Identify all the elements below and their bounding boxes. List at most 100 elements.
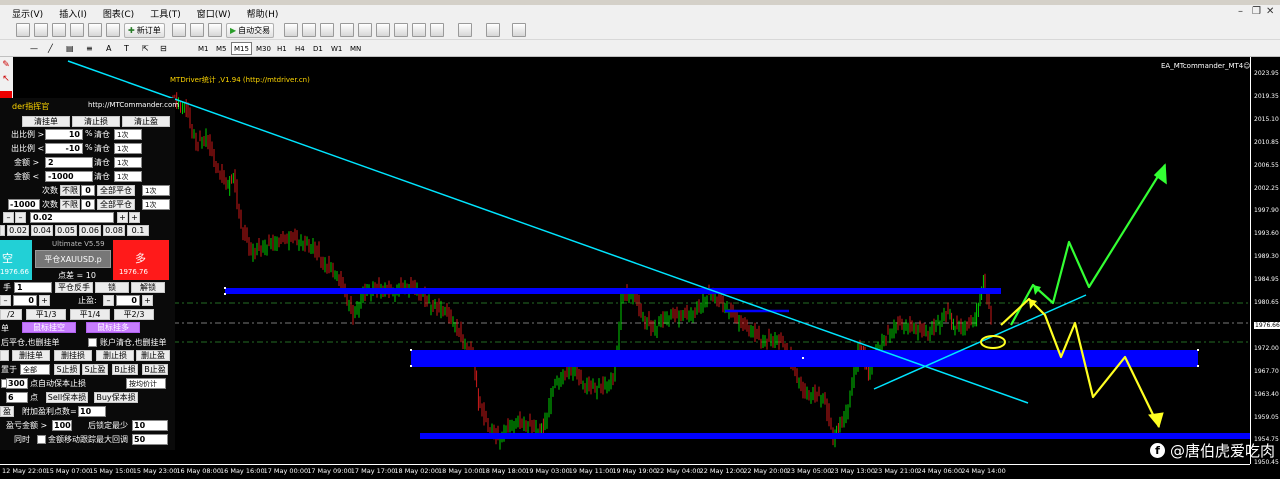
market-watch-icon[interactable] [52, 23, 66, 37]
del-pending-button[interactable]: 删挂单 [12, 350, 50, 361]
add-points-input[interactable]: 10 [78, 406, 106, 417]
price-axis[interactable]: 2023.95 2019.35 2015.10 2010.85 2006.55 2002.… [1250, 57, 1280, 466]
once-select-b[interactable]: 1次 [114, 143, 142, 154]
bar-chart-icon[interactable] [284, 23, 298, 37]
panel-url[interactable]: http://MTCommander.com [88, 101, 179, 109]
unlimited-button-a[interactable]: 不限 [60, 185, 80, 196]
tf-mn[interactable]: MN [347, 42, 364, 55]
times-input-b[interactable]: 0 [81, 199, 95, 210]
zoom-out-icon[interactable] [358, 23, 372, 37]
buy-button[interactable]: 多 1976.76 [113, 240, 169, 280]
neg-amount-input[interactable]: -1000 [8, 199, 40, 210]
tf-d1[interactable]: D1 [310, 42, 326, 55]
meta-editor-icon[interactable] [172, 23, 186, 37]
profiles-icon[interactable] [34, 23, 48, 37]
menu-view[interactable]: 显示(V) [12, 7, 43, 20]
options-icon[interactable] [190, 23, 204, 37]
clear-pending-button[interactable]: 清挂单 [22, 116, 70, 127]
ratio-input-a[interactable]: 10 [45, 129, 83, 140]
once-select-f[interactable]: 1次 [142, 199, 170, 210]
clear-tp-button[interactable]: 清止盈 [122, 116, 170, 127]
tf-w1[interactable]: W1 [328, 42, 345, 55]
s-sl-button[interactable]: S止损 [54, 364, 80, 375]
label-tool-icon[interactable]: T [124, 41, 129, 56]
trail-select[interactable]: 按均价计 [126, 378, 166, 389]
menu-help[interactable]: 帮助(H) [247, 7, 279, 20]
indicators-icon[interactable] [430, 23, 444, 37]
once-select-d[interactable]: 1次 [114, 171, 142, 182]
track-input[interactable]: 50 [132, 434, 168, 445]
arrow-tool-icon[interactable]: ⇱ [142, 41, 149, 56]
tf-m15[interactable]: M15 [231, 42, 252, 55]
stop-plus-button[interactable]: + [142, 295, 153, 306]
unlimited-button-b[interactable]: 不限 [60, 199, 80, 210]
profit-amount-input[interactable]: 100 [52, 420, 72, 431]
b-tp-button[interactable]: B止盈 [142, 364, 168, 375]
s-tp-button[interactable]: S止盈 [82, 364, 108, 375]
close-quarter-button[interactable]: 平1/4 [70, 309, 110, 320]
once-select-e[interactable]: 1次 [142, 185, 170, 196]
shapes-icon[interactable]: ⊟ [160, 41, 167, 56]
chart-shift-icon[interactable] [412, 23, 426, 37]
stop-minus-button[interactable]: – [103, 295, 114, 306]
del-pending-sl-button[interactable]: 删挂损 [54, 350, 92, 361]
arrow-icon[interactable]: ↖ [0, 73, 12, 85]
close-icon[interactable]: ✕ [1266, 6, 1274, 17]
close-plus-button[interactable]: + [39, 295, 50, 306]
close-all-button-b[interactable]: 全部平仓 [97, 199, 135, 210]
quick-lot-left[interactable] [0, 225, 5, 236]
close-third-button[interactable]: 平1/3 [26, 309, 66, 320]
close-half-button[interactable]: /2 [0, 309, 22, 320]
text-tool-icon[interactable]: A [106, 41, 111, 56]
terminal-icon[interactable] [106, 23, 120, 37]
mouse-sell-button[interactable]: 鼠标挂空 [22, 322, 76, 333]
lot-input[interactable]: 0.02 [30, 212, 114, 223]
all-select[interactable]: 全部 [20, 364, 50, 375]
close-two-thirds-button[interactable]: 平2/3 [114, 309, 154, 320]
history-icon[interactable] [208, 23, 222, 37]
quick-lot-4[interactable]: 0.08 [103, 225, 125, 236]
new-order-button[interactable]: ✚ 新订单 [124, 23, 165, 38]
close-amount-input[interactable]: 0 [13, 295, 37, 306]
after-lock-input[interactable]: 10 [132, 420, 168, 431]
b-sl-button[interactable]: B止损 [112, 364, 138, 375]
navigator-icon[interactable] [88, 23, 102, 37]
tile-windows-icon[interactable] [376, 23, 390, 37]
amount-input-a[interactable]: 2 [45, 157, 93, 168]
tf-h1[interactable]: H1 [274, 42, 290, 55]
lot-plus2-button[interactable]: + [129, 212, 140, 223]
mouse-buy-button[interactable]: 鼠标挂多 [86, 322, 140, 333]
quick-lot-1[interactable]: 0.04 [31, 225, 53, 236]
horizontal-line-icon[interactable]: — [30, 41, 38, 56]
quick-lot-5[interactable]: 0.1 [127, 225, 149, 236]
close-minus-button[interactable]: – [0, 295, 11, 306]
menu-charts[interactable]: 图表(C) [103, 7, 134, 20]
point-input[interactable]: 6 [6, 392, 28, 403]
quick-lot-2[interactable]: 0.05 [55, 225, 77, 236]
menu-insert[interactable]: 插入(I) [59, 7, 87, 20]
tf-m5[interactable]: M5 [213, 42, 230, 55]
menu-window[interactable]: 窗口(W) [197, 7, 231, 20]
quick-lot-3[interactable]: 0.06 [79, 225, 101, 236]
del-tp-button[interactable]: 删止盈 [136, 350, 170, 361]
track-checkbox[interactable] [37, 435, 46, 444]
lot-minus-button[interactable]: – [3, 212, 14, 223]
clear-sl-button[interactable]: 清止损 [72, 116, 120, 127]
restore-icon[interactable]: ❐ [1252, 6, 1261, 17]
once-select-c[interactable]: 1次 [114, 157, 142, 168]
candlestick-icon[interactable] [302, 23, 316, 37]
sell-button[interactable]: 空 1976.66 [0, 240, 32, 280]
auto-trading-button[interactable]: ▶ 自动交易 [226, 23, 275, 38]
price-chart[interactable]: MTDriver统计 ,V1.94 (http://mtdriver.cn) E… [13, 57, 1251, 464]
del-sl-button[interactable]: 删止损 [96, 350, 134, 361]
tf-m1[interactable]: M1 [195, 42, 212, 55]
lot-plus-button[interactable]: + [117, 212, 128, 223]
sell-be-button[interactable]: Sell保本损 [46, 392, 88, 403]
lock-button[interactable]: 锁 [95, 282, 129, 293]
close-symbol-button[interactable]: 平仓XAUUSD.p [35, 250, 111, 268]
trendline-icon[interactable]: ╱ [48, 41, 53, 56]
tf-h4[interactable]: H4 [292, 42, 308, 55]
lot-minus2-button[interactable]: – [15, 212, 26, 223]
hand-input[interactable]: 1 [14, 282, 52, 293]
account-clear-checkbox[interactable] [88, 338, 97, 347]
